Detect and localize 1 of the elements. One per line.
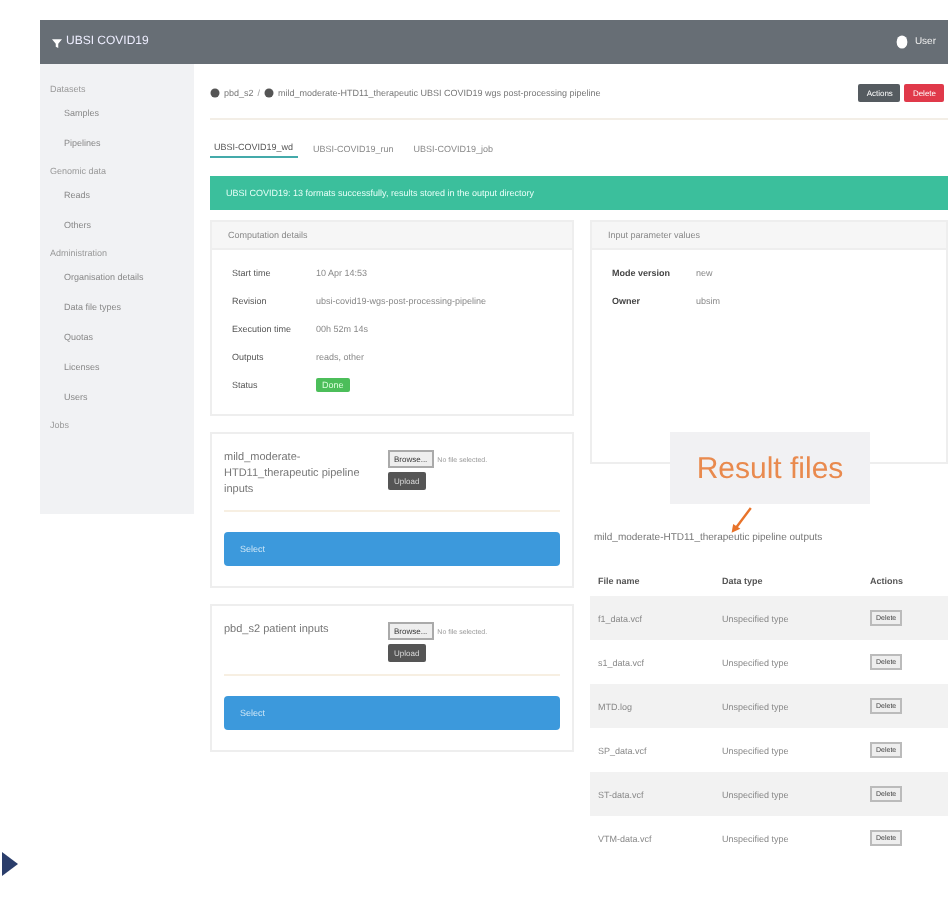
callout-label: Result files — [696, 451, 844, 485]
